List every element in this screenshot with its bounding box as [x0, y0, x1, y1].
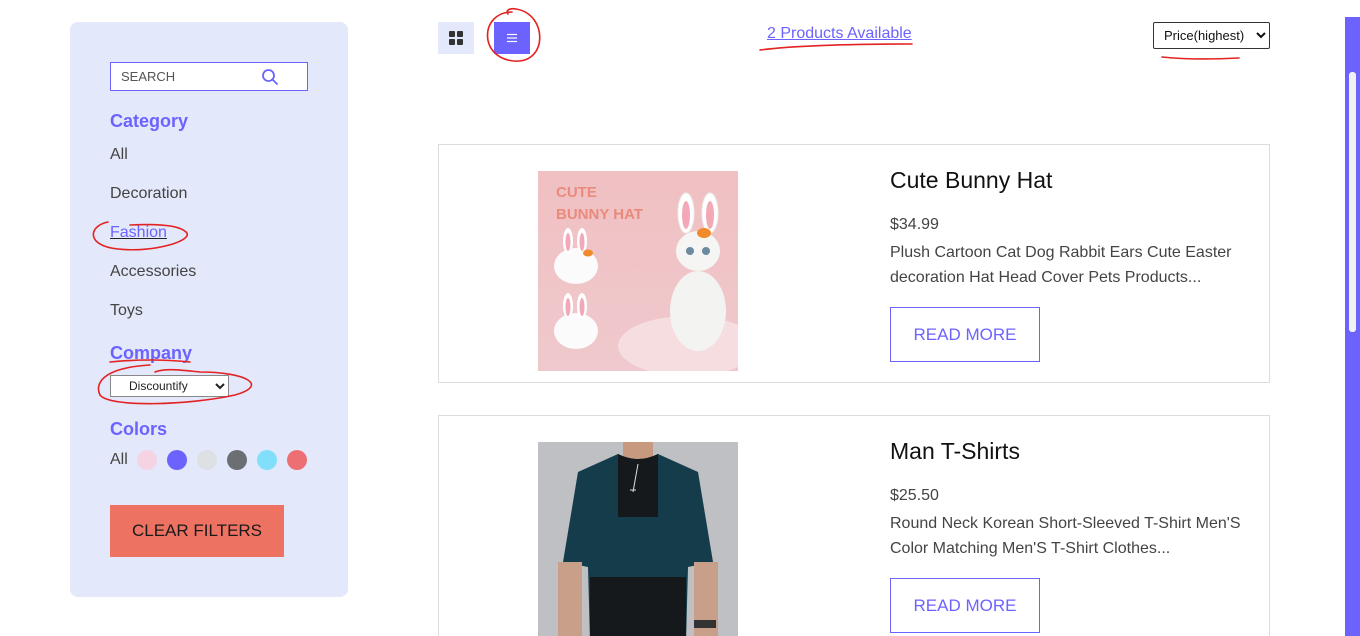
grid-icon: [449, 31, 463, 45]
tshirt-image: [538, 442, 738, 636]
category-toys[interactable]: Toys: [110, 302, 143, 320]
bunny-hat-image: CUTE BUNNY HAT: [538, 171, 738, 371]
annotation-underline-sort: [1161, 56, 1240, 60]
clear-filters-button[interactable]: CLEAR FILTERS: [110, 505, 284, 557]
products-page: Category All Decoration Fashion Accessor…: [0, 0, 1360, 636]
product-card: CUTE BUNNY HAT Cute Bunny Hat $34.99 Plu…: [438, 144, 1270, 383]
annotation-underline-count: [759, 43, 913, 51]
filters-sidebar: Category All Decoration Fashion Accessor…: [70, 22, 348, 597]
scrollbar-thumb[interactable]: [1349, 72, 1356, 332]
category-title: Category: [110, 111, 189, 131]
product-title: Man T-Shirts: [890, 438, 1020, 464]
color-swatch-purple[interactable]: [166, 450, 187, 470]
colors-title: Colors: [110, 419, 168, 439]
category-all[interactable]: All: [110, 146, 128, 164]
product-image-tshirt: [538, 442, 738, 636]
read-more-button[interactable]: READ MORE: [890, 307, 1040, 362]
product-price: $34.99: [890, 216, 939, 233]
color-swatch-light-gray[interactable]: [196, 450, 217, 470]
product-title: Cute Bunny Hat: [890, 167, 1053, 193]
products-count: 2 Products Available: [767, 25, 912, 42]
product-description: Plush Cartoon Cat Dog Rabbit Ears Cute E…: [890, 244, 1232, 286]
color-swatch-red[interactable]: [286, 450, 307, 470]
grid-view-button[interactable]: [438, 22, 474, 54]
color-swatch-cyan[interactable]: [256, 450, 277, 470]
list-icon: [507, 33, 517, 43]
sort-select[interactable]: Price(highest): [1153, 22, 1270, 49]
category-accessories[interactable]: Accessories: [110, 263, 196, 281]
bunny-image-text-2: BUNNY HAT: [556, 206, 643, 223]
company-select[interactable]: Discountify: [110, 375, 229, 397]
product-price: $25.50: [890, 487, 939, 504]
category-fashion[interactable]: Fashion: [110, 224, 167, 242]
colors-row: All: [110, 450, 317, 470]
search-input[interactable]: [111, 63, 261, 90]
color-all[interactable]: All: [110, 451, 128, 469]
search-box[interactable]: [110, 62, 308, 91]
category-decoration[interactable]: Decoration: [110, 185, 187, 203]
color-swatch-dark-gray[interactable]: [226, 450, 247, 470]
product-card: Man T-Shirts $25.50 Round Neck Korean Sh…: [438, 415, 1270, 636]
color-swatch-pink[interactable]: [136, 450, 157, 470]
product-image-bunny-hat: CUTE BUNNY HAT: [538, 171, 738, 371]
read-more-button[interactable]: READ MORE: [890, 578, 1040, 633]
list-view-button[interactable]: [494, 22, 530, 54]
bunny-image-text-1: CUTE: [556, 184, 597, 201]
company-title: Company: [110, 343, 193, 363]
search-icon[interactable]: [261, 68, 279, 86]
page-scrollbar[interactable]: [1345, 17, 1360, 636]
product-description: Round Neck Korean Short-Sleeved T-Shirt …: [890, 515, 1241, 557]
